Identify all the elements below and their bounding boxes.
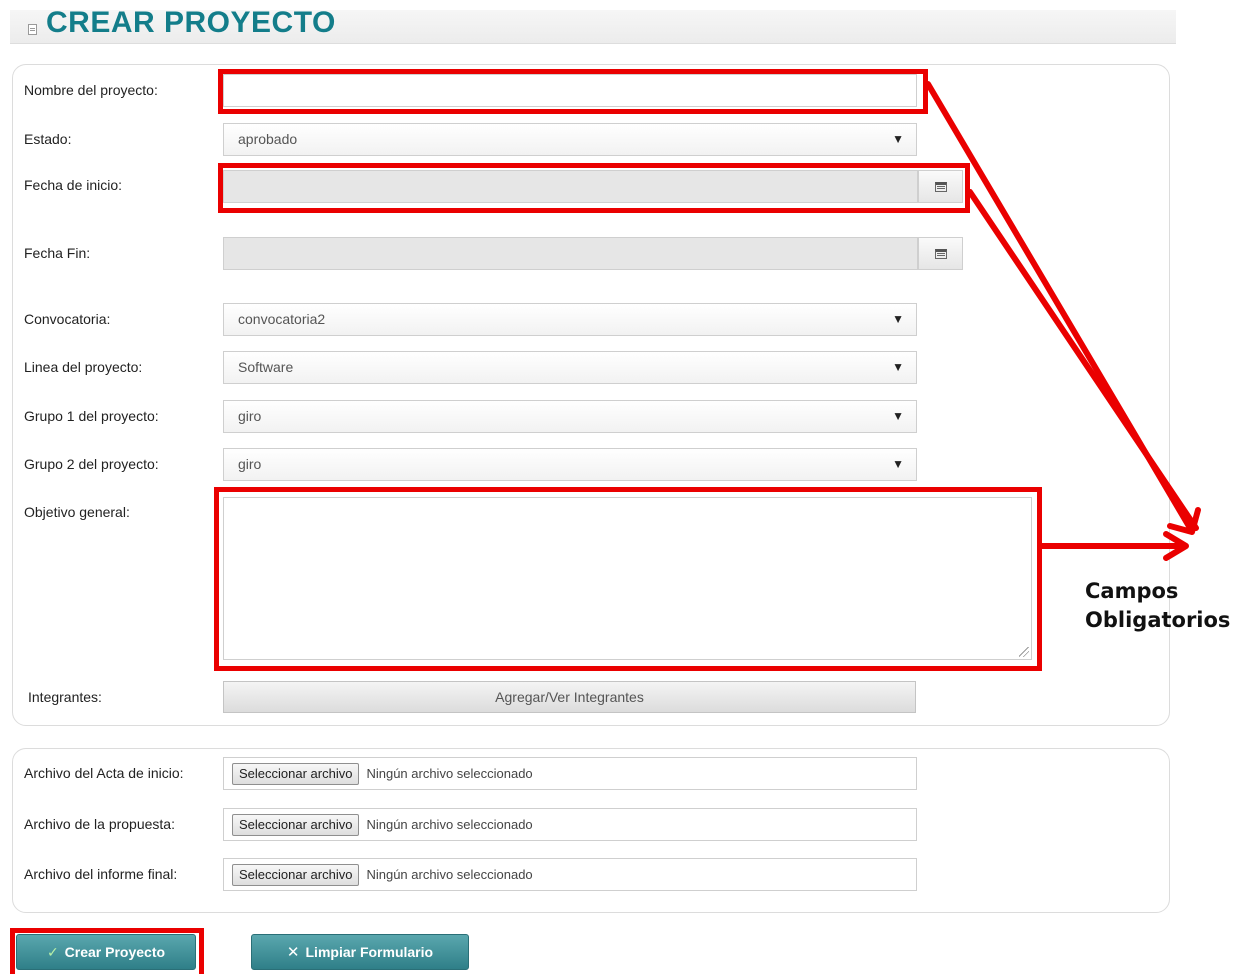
annotation-arrows xyxy=(925,81,1201,561)
annotation-line-2: Obligatorios xyxy=(1085,608,1231,632)
arrow-line-fecha xyxy=(967,189,1199,531)
annotation-line-1: Campos xyxy=(1085,579,1179,603)
required-fields-annotation: Campos Obligatorios xyxy=(1085,577,1230,635)
